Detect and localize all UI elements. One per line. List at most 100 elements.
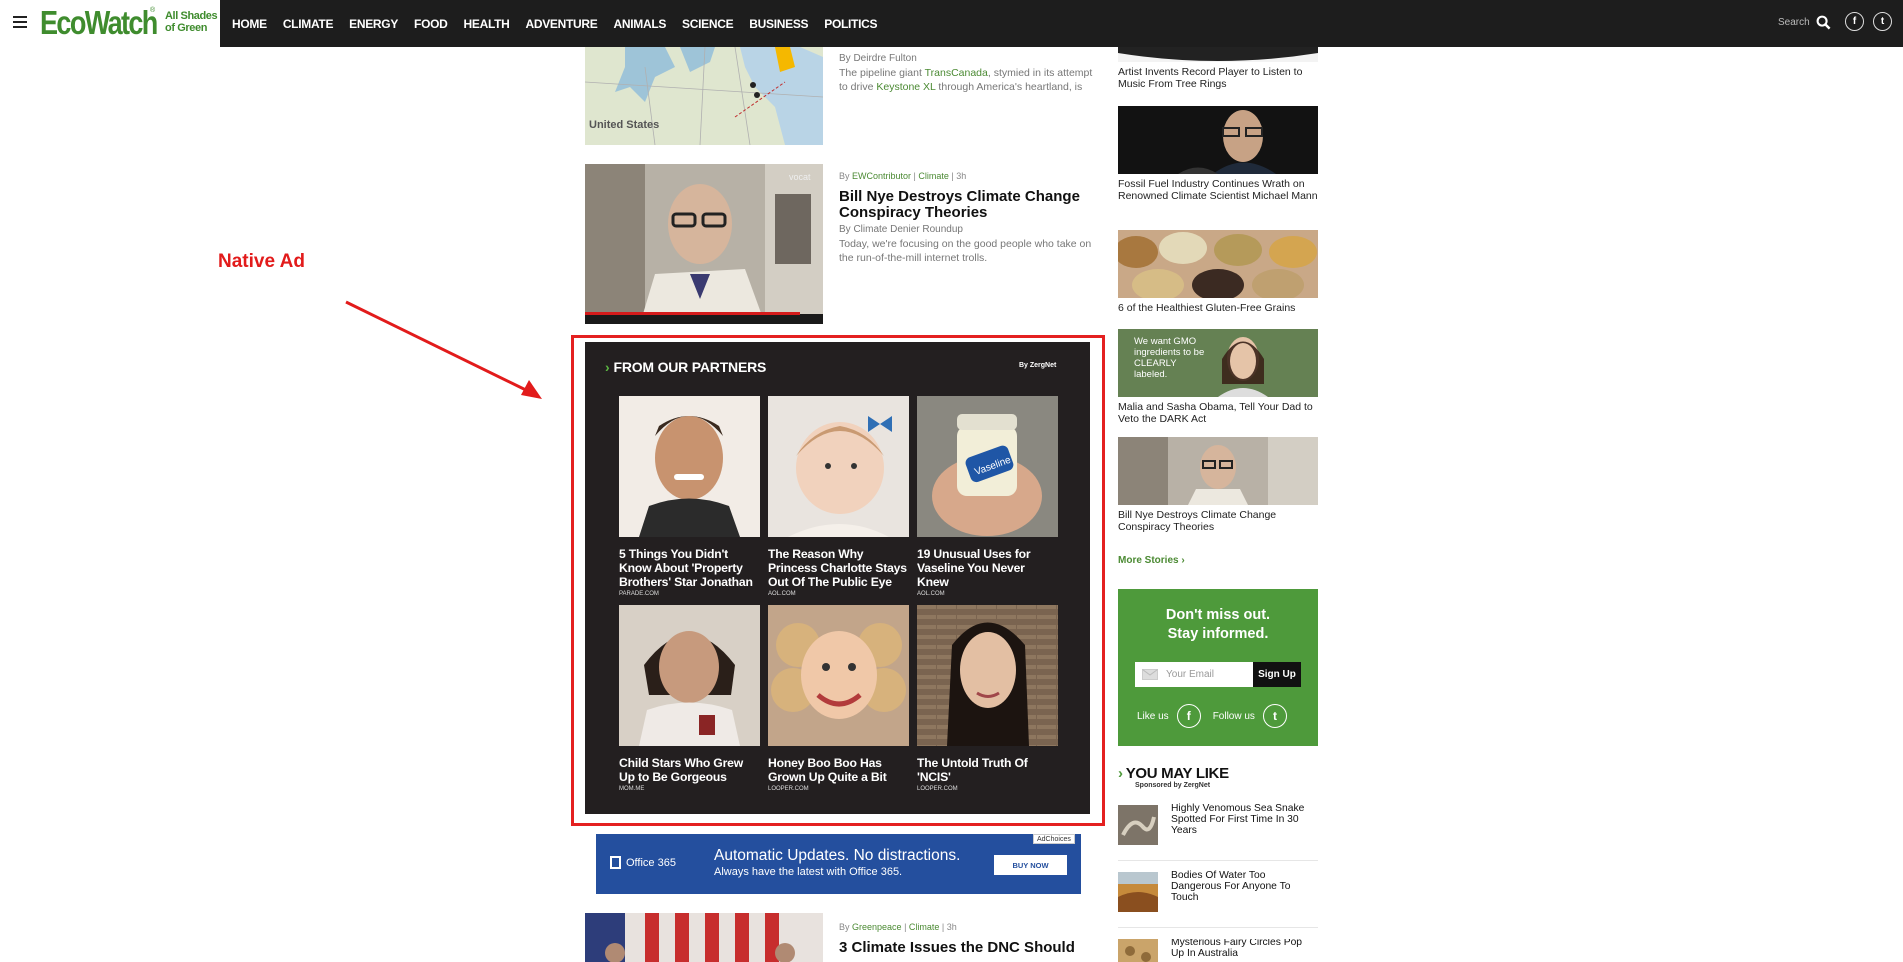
search-icon xyxy=(1816,15,1831,30)
author-link[interactable]: EWContributor xyxy=(852,171,911,181)
buy-now-button[interactable]: BUY NOW xyxy=(994,855,1067,875)
ad-headline: Automatic Updates. No distractions. xyxy=(714,847,961,864)
logo-area: EcoWatch ® All Shades of Green xyxy=(0,0,220,47)
nav-animals[interactable]: ANIMALS xyxy=(613,17,666,31)
facebook-icon[interactable]: f xyxy=(1176,704,1201,728)
story-meta: By EWContributor | Climate | 3h xyxy=(839,171,967,181)
story-thumbnail[interactable] xyxy=(585,913,823,962)
follow-us-label: Follow us xyxy=(1212,710,1255,722)
nav-climate[interactable]: CLIMATE xyxy=(283,17,334,31)
more-stories-link[interactable]: More Stories › xyxy=(1118,555,1185,566)
native-ad-annotation: Native Ad xyxy=(218,251,305,272)
nav-energy[interactable]: ENERGY xyxy=(349,17,398,31)
sidebar-story[interactable]: Fossil Fuel Industry Continues Wrath on … xyxy=(1118,106,1318,202)
office365-logo: Office 365 xyxy=(610,856,676,869)
story-excerpt: The pipeline giant TransCanada, stymied … xyxy=(839,67,1093,93)
twitter-icon[interactable]: t xyxy=(1262,704,1287,728)
nav-politics[interactable]: POLITICS xyxy=(824,17,877,31)
search-button[interactable]: Search xyxy=(1778,15,1831,30)
story-thumbnail[interactable]: United States xyxy=(585,47,823,145)
nav-food[interactable]: FOOD xyxy=(414,17,448,31)
story-item[interactable]: United States By Deirdre Fulton The pipe… xyxy=(585,47,1095,145)
image-caption: We want GMO ingredients to be CLEARLY la… xyxy=(1134,336,1205,380)
story-title[interactable]: Bill Nye Destroys Climate Change Conspir… xyxy=(839,189,1095,221)
you-may-like-item[interactable]: Highly Venomous Sea Snake Spotted For Fi… xyxy=(1118,803,1318,861)
you-may-like-thumbnail[interactable] xyxy=(1118,805,1158,845)
sidebar-thumbnail[interactable] xyxy=(1118,47,1318,62)
you-may-like-heading: › YOU MAY LIKE xyxy=(1118,765,1229,782)
story-text: By EWContributor | Climate | 3h Bill Nye… xyxy=(839,171,1095,265)
map-image: United States xyxy=(585,47,823,145)
story-item[interactable]: By Greenpeace | Climate | 3h 3 Climate I… xyxy=(585,913,1095,962)
social-follow: Like us f Follow us t xyxy=(1137,704,1287,728)
sidebar-story-title[interactable]: Bill Nye Destroys Climate Change Conspir… xyxy=(1118,509,1318,533)
nav-health[interactable]: HEALTH xyxy=(464,17,510,31)
sidebar-story-title[interactable]: Fossil Fuel Industry Continues Wrath on … xyxy=(1118,178,1318,202)
social-links: f t xyxy=(1845,12,1892,31)
sidebar-story[interactable]: Artist Invents Record Player to Listen t… xyxy=(1118,47,1318,90)
story-excerpt: Today, we're focusing on the good people… xyxy=(839,238,1092,264)
menu-icon[interactable] xyxy=(13,16,27,28)
sidebar-story-title[interactable]: 6 of the Healthiest Gluten-Free Grains xyxy=(1118,302,1318,314)
nav-adventure[interactable]: ADVENTURE xyxy=(526,17,598,31)
search-label: Search xyxy=(1778,17,1810,28)
office365-banner-ad[interactable]: Office 365 Automatic Updates. No distrac… xyxy=(596,834,1081,894)
twitter-icon[interactable]: t xyxy=(1873,12,1892,31)
office-icon xyxy=(610,856,621,869)
excerpt-link[interactable]: TransCanada xyxy=(925,67,988,79)
you-may-like-title[interactable]: Mysterious Fairy Circles Pop Up In Austr… xyxy=(1171,939,1316,959)
sidebar-story[interactable]: We want GMO ingredients to be CLEARLY la… xyxy=(1118,329,1318,425)
top-navigation-bar: EcoWatch ® All Shades of Green HOME CLIM… xyxy=(0,0,1903,47)
story-author: By Climate Denier Roundup xyxy=(839,224,963,235)
facebook-icon[interactable]: f xyxy=(1845,12,1864,31)
story-text: By Deirdre Fulton The pipeline giant Tra… xyxy=(839,50,1095,94)
sidebar-thumbnail[interactable] xyxy=(1118,230,1318,298)
email-field[interactable]: Your Email xyxy=(1135,662,1253,687)
story-thumbnail[interactable]: vocat xyxy=(585,164,823,324)
you-may-like-sponsor: Sponsored by ZergNet xyxy=(1135,782,1211,789)
author-link[interactable]: Greenpeace xyxy=(852,922,902,932)
you-may-like-title[interactable]: Bodies Of Water Too Dangerous For Anyone… xyxy=(1171,870,1316,903)
story-meta: By Greenpeace | Climate | 3h xyxy=(839,922,957,932)
story-item[interactable]: vocat By EWContributor | Climate | 3h Bi… xyxy=(585,164,1095,324)
email-placeholder: Your Email xyxy=(1166,669,1214,680)
nav-science[interactable]: SCIENCE xyxy=(682,17,734,31)
story-text: By Greenpeace | Climate | 3h 3 Climate I… xyxy=(839,922,1095,956)
category-link[interactable]: Climate xyxy=(918,171,949,181)
like-us-label: Like us xyxy=(1137,710,1169,722)
nav-home[interactable]: HOME xyxy=(232,17,267,31)
nav-business[interactable]: BUSINESS xyxy=(749,17,808,31)
sign-up-button[interactable]: Sign Up xyxy=(1253,662,1301,687)
svg-text:vocat: vocat xyxy=(789,172,811,182)
registered-mark: ® xyxy=(150,7,156,14)
sidebar-thumbnail[interactable]: We want GMO ingredients to be CLEARLY la… xyxy=(1118,329,1318,397)
sidebar-story-title[interactable]: Artist Invents Record Player to Listen t… xyxy=(1118,66,1318,90)
ad-subline: Always have the latest with Office 365. xyxy=(714,866,903,878)
map-label: United States xyxy=(589,119,659,131)
site-logo[interactable]: EcoWatch xyxy=(40,4,158,42)
category-link[interactable]: Climate xyxy=(909,922,940,932)
native-ad-highlight-box xyxy=(571,335,1105,826)
adchoices-badge[interactable]: AdChoices xyxy=(1033,834,1075,844)
you-may-like-item[interactable]: Bodies Of Water Too Dangerous For Anyone… xyxy=(1118,870,1318,928)
sidebar-thumbnail[interactable] xyxy=(1118,437,1318,505)
site-tagline: All Shades of Green xyxy=(165,10,218,34)
newsletter-heading: Don't miss out. Stay informed. xyxy=(1165,607,1271,642)
you-may-like-thumbnail[interactable] xyxy=(1118,872,1158,912)
envelope-icon xyxy=(1142,669,1158,680)
newsletter-signup: Don't miss out. Stay informed. Your Emai… xyxy=(1118,589,1318,746)
annotation-arrow-icon xyxy=(345,300,542,399)
sidebar-thumbnail[interactable] xyxy=(1118,106,1318,174)
excerpt-link[interactable]: Keystone XL xyxy=(876,81,935,93)
main-nav: HOME CLIMATE ENERGY FOOD HEALTH ADVENTUR… xyxy=(232,0,877,47)
you-may-like-title[interactable]: Highly Venomous Sea Snake Spotted For Fi… xyxy=(1171,803,1316,836)
video-thumbnail-image: vocat xyxy=(585,164,823,324)
you-may-like-thumbnail[interactable] xyxy=(1118,939,1158,962)
chevron-right-icon: › xyxy=(1118,765,1123,782)
sidebar-story[interactable]: 6 of the Healthiest Gluten-Free Grains xyxy=(1118,230,1318,314)
you-may-like-item[interactable]: Mysterious Fairy Circles Pop Up In Austr… xyxy=(1118,939,1318,962)
sidebar-story-title[interactable]: Malia and Sasha Obama, Tell Your Dad to … xyxy=(1118,401,1318,425)
story-author: By Deirdre Fulton xyxy=(839,53,917,64)
sidebar-story[interactable]: Bill Nye Destroys Climate Change Conspir… xyxy=(1118,437,1318,533)
story-title[interactable]: 3 Climate Issues the DNC Should xyxy=(839,940,1095,956)
